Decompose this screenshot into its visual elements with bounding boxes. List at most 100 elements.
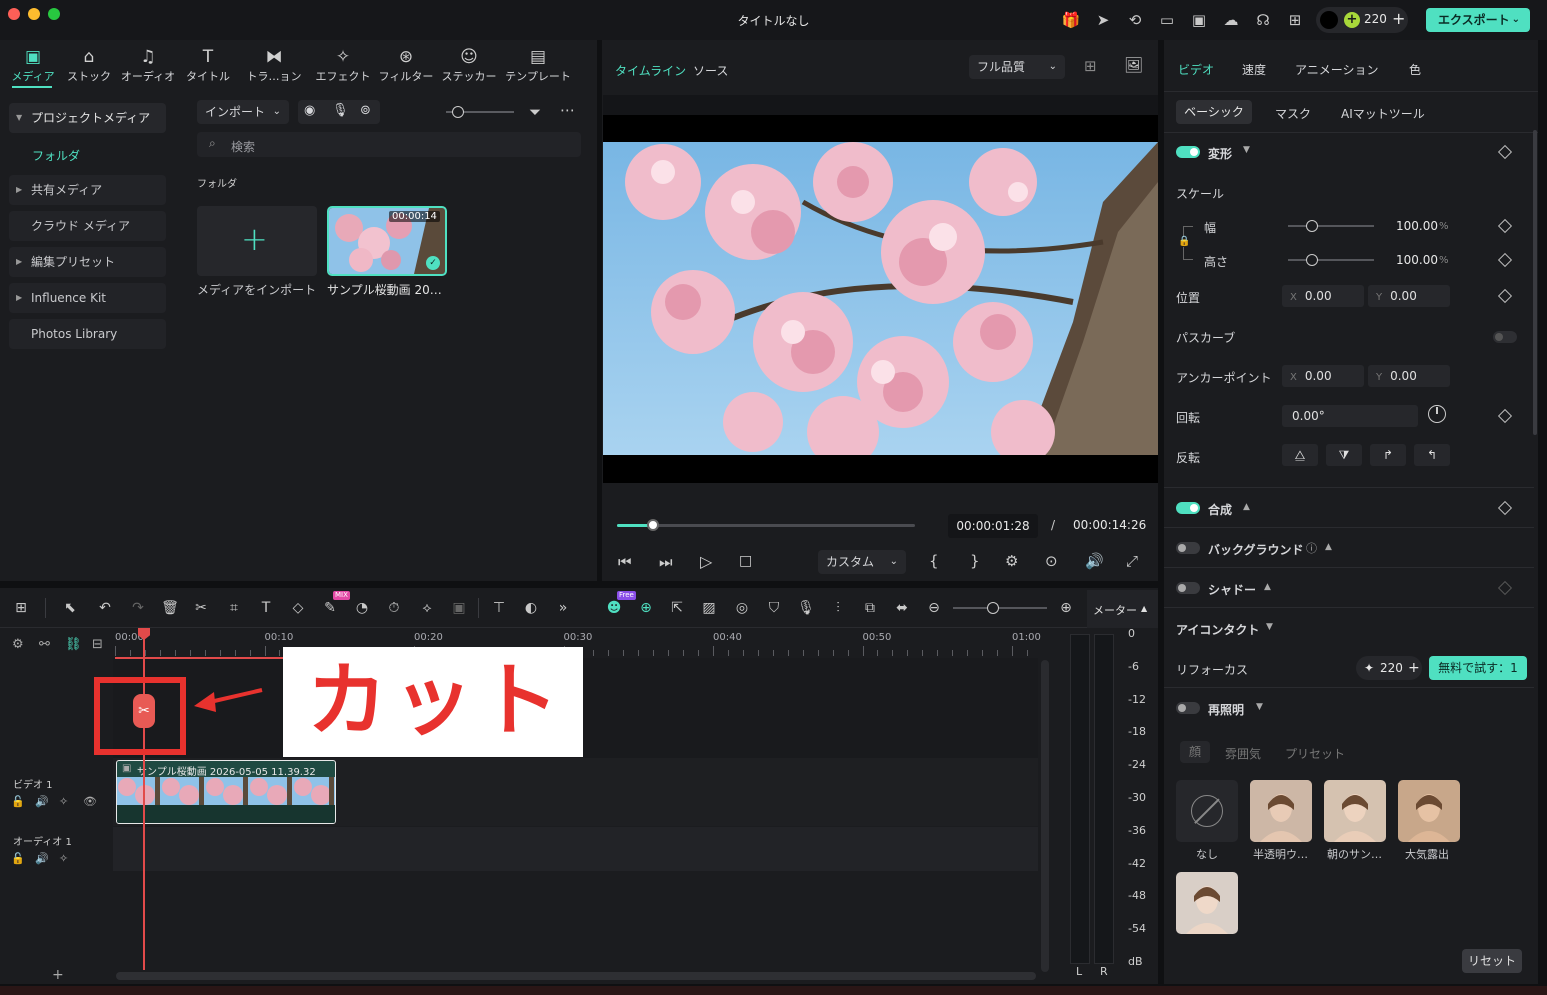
more-tools-icon[interactable]: » bbox=[554, 599, 572, 617]
custom-ratio-dropdown[interactable]: カスタム ⌄ bbox=[818, 550, 906, 574]
stop-icon[interactable]: □ bbox=[739, 553, 752, 569]
crop-icon[interactable]: ⌗ bbox=[225, 599, 243, 617]
microphone-icon[interactable]: 🎙 bbox=[332, 103, 349, 118]
scrubber-handle[interactable] bbox=[646, 519, 659, 531]
caret-down-icon[interactable]: ▼ bbox=[1266, 622, 1273, 632]
tab-media[interactable]: ▣ メディア bbox=[1, 46, 65, 84]
text-tool-icon[interactable]: T bbox=[257, 599, 275, 617]
select-pointer-icon[interactable]: ⬉ bbox=[61, 599, 79, 617]
sidebar-item-shared-media[interactable]: ▶ 共有メディア bbox=[9, 175, 166, 205]
save-icon[interactable]: ▣ bbox=[1189, 10, 1209, 30]
camera-snapshot-icon[interactable]: ⊙ bbox=[1045, 552, 1058, 570]
video-clip[interactable]: ▣ サンプル桜動画 2026-05-05 11.39.32 bbox=[116, 760, 336, 824]
ai-track-icon[interactable]: ✧ bbox=[59, 795, 68, 808]
timeline-zoom-slider[interactable] bbox=[953, 607, 1047, 609]
caret-down-icon[interactable]: ▼ bbox=[1256, 702, 1263, 712]
height-value[interactable]: 100.00 bbox=[1396, 253, 1438, 267]
sidebar-item-photos-library[interactable]: Photos Library bbox=[9, 319, 166, 349]
previous-frame-icon[interactable]: ⏮ bbox=[618, 553, 632, 571]
audio-mixer-icon[interactable]: ⫶ bbox=[829, 599, 847, 617]
preset-atmospheric[interactable] bbox=[1398, 780, 1460, 842]
search-input[interactable]: ⌕ 検索 bbox=[197, 132, 581, 157]
tab-stock[interactable]: ⌂ ストック bbox=[57, 46, 121, 84]
properties-scrollbar[interactable] bbox=[1533, 130, 1537, 435]
tab-source[interactable]: ソース bbox=[693, 62, 728, 79]
export-clip-icon[interactable]: ⇱ bbox=[668, 599, 686, 617]
tab-stickers[interactable]: ☺ ステッカー bbox=[437, 46, 501, 84]
sidebar-item-cloud-media[interactable]: クラウド メディア bbox=[9, 211, 166, 241]
help-icon[interactable]: ⓘ bbox=[1306, 540, 1317, 556]
media-clip-thumbnail[interactable]: 00:00:14 ✓ bbox=[327, 206, 447, 276]
preset-extra[interactable] bbox=[1176, 872, 1238, 934]
composite-toggle[interactable] bbox=[1176, 502, 1200, 514]
add-track-icon[interactable]: + bbox=[52, 967, 64, 983]
mark-in-icon[interactable]: { bbox=[929, 552, 939, 570]
tab-video[interactable]: ビデオ bbox=[1178, 61, 1214, 78]
tab-filters[interactable]: ⊛ フィルター bbox=[374, 46, 438, 84]
shield-icon[interactable]: ⛉ bbox=[765, 599, 783, 617]
reset-button[interactable]: リセット bbox=[1462, 949, 1522, 973]
link-icon[interactable]: ⛓ bbox=[65, 637, 82, 652]
fit-timeline-icon[interactable]: ⬌ bbox=[893, 599, 911, 617]
timeline-horizontal-scrollbar[interactable] bbox=[116, 972, 1036, 980]
keyframe-path-icon[interactable]: ⟡ bbox=[418, 599, 436, 617]
speed-ramp-icon[interactable]: ◔ bbox=[353, 599, 371, 617]
height-slider-knob[interactable] bbox=[1306, 254, 1318, 266]
caret-up-icon[interactable]: ▲ bbox=[1325, 542, 1332, 552]
sidebar-item-project-media[interactable]: ▼ プロジェクトメディア bbox=[9, 103, 166, 133]
ai-audio-icon[interactable]: ◐ bbox=[522, 599, 540, 617]
record-screen-icon[interactable]: ◉ bbox=[304, 103, 315, 118]
rotate-left-icon[interactable]: ↰ bbox=[1414, 444, 1450, 466]
unlink-icon[interactable]: ⚯ bbox=[39, 637, 50, 652]
preset-translucent[interactable] bbox=[1250, 780, 1312, 842]
anchor-x-field[interactable]: X 0.00 bbox=[1282, 365, 1364, 387]
rotation-dial-icon[interactable] bbox=[1428, 405, 1446, 423]
shape-icon[interactable]: ◇ bbox=[289, 599, 307, 617]
delete-icon[interactable]: 🗑 bbox=[161, 599, 179, 617]
preset-morning-sun[interactable] bbox=[1324, 780, 1386, 842]
flip-horizontal-icon[interactable]: ⧋ bbox=[1282, 444, 1318, 466]
headset-icon[interactable]: ☊ bbox=[1253, 10, 1273, 30]
flip-vertical-icon[interactable]: ⧩ bbox=[1326, 444, 1362, 466]
sidebar-item-influence-kit[interactable]: ▶ Influence Kit bbox=[9, 283, 166, 313]
lock-track-icon[interactable]: 🔓 bbox=[11, 795, 25, 808]
import-dropdown[interactable]: インポート ⌄ bbox=[197, 100, 289, 124]
history-icon[interactable]: ⟲ bbox=[1125, 10, 1145, 30]
monitor-icon[interactable]: ▭ bbox=[1157, 10, 1177, 30]
render-settings-icon[interactable]: ⚙ bbox=[1005, 552, 1018, 570]
image-edit-icon[interactable]: ▨ bbox=[700, 599, 718, 617]
zoom-out-icon[interactable]: ⊖ bbox=[925, 599, 943, 617]
tab-speed[interactable]: 速度 bbox=[1242, 61, 1266, 78]
playback-scrubber[interactable] bbox=[617, 524, 915, 527]
preset-none[interactable] bbox=[1176, 780, 1238, 842]
lock-icon[interactable]: 🔒 bbox=[1178, 236, 1191, 247]
send-icon[interactable]: ➤ bbox=[1093, 10, 1113, 30]
position-y-field[interactable]: Y 0.00 bbox=[1368, 285, 1450, 307]
layout-grid-icon[interactable]: ⊞ bbox=[12, 599, 30, 617]
tab-timeline[interactable]: タイムライン bbox=[615, 62, 686, 79]
slider-knob[interactable] bbox=[452, 106, 464, 118]
anchor-y-field[interactable]: Y 0.00 bbox=[1368, 365, 1450, 387]
tab-templates[interactable]: ▤ テンプレート bbox=[500, 46, 576, 84]
mute-track-icon[interactable]: 🔊 bbox=[35, 795, 49, 808]
tab-transition[interactable]: ⧓ トラ…ョン bbox=[242, 46, 306, 84]
tab-effects[interactable]: ✧ エフェクト bbox=[311, 46, 375, 84]
motion-track-icon[interactable]: ◎ bbox=[733, 599, 751, 617]
import-media-tile[interactable]: + bbox=[197, 206, 317, 276]
background-toggle[interactable] bbox=[1176, 542, 1200, 554]
transform-toggle[interactable] bbox=[1176, 146, 1200, 158]
ai-track-icon[interactable]: ✧ bbox=[59, 852, 68, 865]
try-free-button[interactable]: 無料で試す：1 bbox=[1429, 656, 1527, 680]
fullscreen-icon[interactable]: ⤢ bbox=[1126, 552, 1138, 570]
redo-icon[interactable]: ↷ bbox=[129, 599, 147, 617]
width-value[interactable]: 100.00 bbox=[1396, 219, 1438, 233]
timeline-vertical-scrollbar[interactable] bbox=[1041, 660, 1049, 972]
filter-funnel-icon[interactable]: ⏷ bbox=[529, 103, 541, 121]
tab-color[interactable]: 色 bbox=[1409, 61, 1421, 78]
credits-badge[interactable]: + 220 + bbox=[1316, 7, 1408, 33]
apps-grid-icon[interactable]: ⊞ bbox=[1285, 10, 1305, 30]
voiceover-mic-icon[interactable]: 🎙 bbox=[797, 599, 815, 617]
mark-out-icon[interactable]: } bbox=[970, 552, 980, 570]
height-slider[interactable] bbox=[1288, 259, 1374, 261]
refocus-credits[interactable]: ✦ 220 + bbox=[1356, 656, 1422, 680]
